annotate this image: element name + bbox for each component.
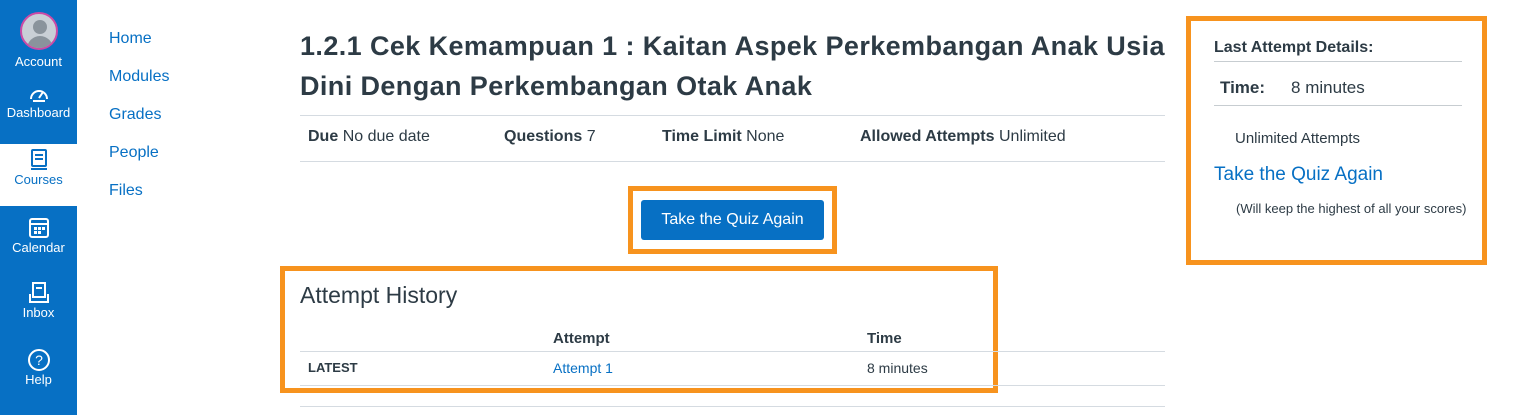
global-nav-label: Courses [14, 172, 63, 187]
due-info: Due No due date [308, 128, 430, 145]
divider [1214, 61, 1462, 62]
avatar [19, 12, 58, 50]
unlimited-attempts-text: Unlimited Attempts [1235, 130, 1361, 147]
course-nav-grades[interactable]: Grades [109, 104, 169, 142]
take-quiz-again-button[interactable]: Take the Quiz Again [641, 200, 824, 240]
help-icon: ? [27, 349, 50, 371]
column-header-attempt: Attempt [553, 330, 610, 347]
global-nav-label: Calendar [12, 240, 65, 255]
divider [300, 115, 1165, 116]
attempt-status: LATEST [308, 360, 358, 375]
global-nav-help[interactable]: ? Help [0, 348, 77, 387]
global-nav-calendar[interactable]: Calendar [0, 216, 77, 255]
page-title: 1.2.1 Cek Kemampuan 1 : Kaitan Aspek Per… [300, 31, 1165, 101]
attempt-time: 8 minutes [867, 360, 928, 376]
course-nav-files[interactable]: Files [109, 180, 169, 218]
global-nav-label: Dashboard [6, 105, 71, 120]
attempt-history-title: Attempt History [300, 282, 458, 308]
course-nav-people[interactable]: People [109, 142, 169, 180]
global-nav-inbox[interactable]: Inbox [0, 281, 77, 320]
column-header-time: Time [867, 330, 902, 347]
questions-info: Questions 7 [504, 128, 596, 145]
calendar-icon [28, 218, 49, 238]
courses-icon [30, 149, 47, 170]
global-nav-courses[interactable]: Courses [0, 144, 77, 206]
dashboard-icon [29, 90, 48, 102]
inbox-icon [28, 282, 49, 303]
course-nav-home[interactable]: Home [109, 28, 169, 66]
global-nav-label: Inbox [22, 305, 55, 320]
global-nav-account[interactable]: Account [0, 12, 77, 69]
svg-text:?: ? [35, 352, 43, 368]
course-nav: Home Modules Grades People Files [109, 28, 169, 218]
last-attempt-title: Last Attempt Details: [1214, 39, 1374, 56]
divider [1214, 105, 1462, 106]
attempt-link[interactable]: Attempt 1 [553, 360, 613, 376]
course-nav-modules[interactable]: Modules [109, 66, 169, 104]
global-nav-label: Account [15, 54, 62, 69]
divider [300, 385, 1165, 386]
global-nav-label: Help [25, 372, 52, 387]
divider [300, 406, 1165, 407]
global-nav: Account Dashboard Courses Calendar Inbox… [0, 0, 77, 415]
scoring-note: (Will keep the highest of all your score… [1236, 201, 1467, 216]
time-limit-info: Time Limit None [662, 128, 785, 145]
allowed-attempts-info: Allowed Attempts Unlimited [860, 128, 1066, 145]
global-nav-dashboard[interactable]: Dashboard [0, 83, 77, 120]
take-quiz-again-link[interactable]: Take the Quiz Again [1214, 164, 1383, 186]
last-attempt-time: Time: 8 minutes [1220, 78, 1365, 97]
divider [300, 161, 1165, 162]
divider [300, 351, 1165, 352]
